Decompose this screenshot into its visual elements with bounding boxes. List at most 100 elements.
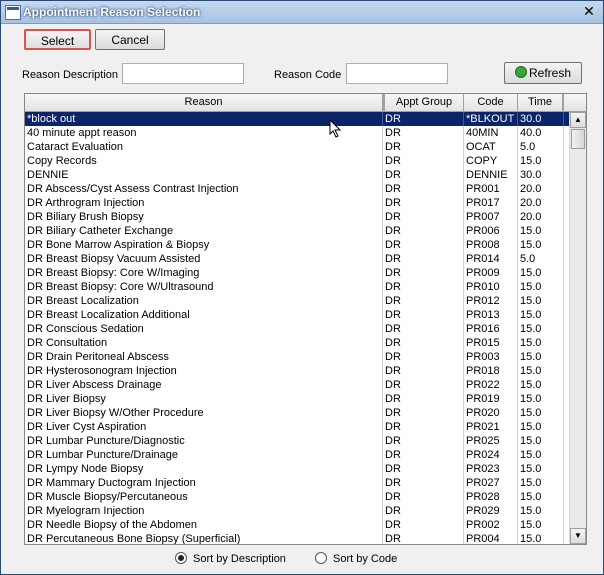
cell-time: 15.0 (518, 294, 564, 308)
cell-appt-group: DR (383, 154, 464, 168)
table-row[interactable]: DR Lympy Node Biopsy DR PR023 15.0 (25, 462, 569, 476)
table-row[interactable]: Cataract Evaluation DR OCAT 5.0 (25, 140, 569, 154)
table-row[interactable]: DR Lumbar Puncture/Diagnostic DR PR025 15.0 (25, 434, 569, 448)
table-row[interactable]: DR Needle Biopsy of the Abdomen DR PR002 15… (25, 518, 569, 532)
cell-time: 30.0 (518, 168, 564, 182)
sort-by-description-radio[interactable]: Sort by Description (175, 552, 286, 565)
cell-appt-group: DR (383, 406, 464, 420)
window-title: Appointment Reason Selection (23, 5, 201, 19)
table-row[interactable]: DR Muscle Biopsy/Percutaneous DR PR028 15.0 (25, 490, 569, 504)
cell-code: PR028 (464, 490, 518, 504)
table-row[interactable]: *block out DR *BLKOUT 30.0 (25, 112, 569, 126)
cell-time: 15.0 (518, 350, 564, 364)
table-row[interactable]: 40 minute appt reason DR 40MIN 40.0 (25, 126, 569, 140)
cell-appt-group: DR (383, 448, 464, 462)
cell-code: PR025 (464, 434, 518, 448)
table-row[interactable]: DR Liver Abscess Drainage DR PR022 15.0 (25, 378, 569, 392)
table-row[interactable]: DR Liver Biopsy DR PR019 15.0 (25, 392, 569, 406)
cell-reason: DR Lumbar Puncture/Diagnostic (25, 434, 383, 448)
cell-reason: DR Breast Localization (25, 294, 383, 308)
cell-appt-group: DR (383, 252, 464, 266)
table-row[interactable]: DR Liver Biopsy W/Other Procedure DR PR020… (25, 406, 569, 420)
select-button[interactable]: Select (24, 29, 91, 50)
cell-code: PR007 (464, 210, 518, 224)
cell-reason: DR Lympy Node Biopsy (25, 462, 383, 476)
cell-code: PR013 (464, 308, 518, 322)
cell-code: DENNIE (464, 168, 518, 182)
cell-code: PR020 (464, 406, 518, 420)
table-row[interactable]: DR Lumbar Puncture/Drainage DR PR024 15.0 (25, 448, 569, 462)
cell-reason: DR Drain Peritoneal Abscess (25, 350, 383, 364)
cell-code: PR002 (464, 518, 518, 532)
cell-time: 30.0 (518, 112, 564, 126)
cell-code: PR001 (464, 182, 518, 196)
cell-time: 15.0 (518, 154, 564, 168)
table-row[interactable]: DR Consultation DR PR015 15.0 (25, 336, 569, 350)
cell-reason: DR Breast Localization Additional (25, 308, 383, 322)
table-row[interactable]: DENNIE DR DENNIE 30.0 (25, 168, 569, 182)
mouse-cursor-icon (329, 119, 342, 138)
table-row[interactable]: DR Myelogram Injection DR PR029 15.0 (25, 504, 569, 518)
table-row[interactable]: Copy Records DR COPY 15.0 (25, 154, 569, 168)
scroll-up-icon[interactable]: ▲ (570, 112, 586, 128)
close-icon[interactable]: ✕ (581, 4, 597, 19)
table-row[interactable]: DR Abscess/Cyst Assess Contrast Injectio… (25, 182, 569, 196)
cell-code: PR022 (464, 378, 518, 392)
cell-reason: DR Needle Biopsy of the Abdomen (25, 518, 383, 532)
cell-reason: DR Bone Marrow Aspiration & Biopsy (25, 238, 383, 252)
cell-appt-group: DR (383, 420, 464, 434)
cell-code: PR017 (464, 196, 518, 210)
cell-appt-group: DR (383, 308, 464, 322)
table-row[interactable]: DR Arthrogram Injection DR PR017 20.0 (25, 196, 569, 210)
table-row[interactable]: DR Liver Cyst Aspiration DR PR021 15.0 (25, 420, 569, 434)
table-row[interactable]: DR Biliary Catheter Exchange DR PR006 15.0 (25, 224, 569, 238)
cell-appt-group: DR (383, 336, 464, 350)
reason-description-input[interactable] (122, 63, 244, 84)
column-header-reason[interactable]: Reason (25, 94, 383, 111)
sort-by-code-radio[interactable]: Sort by Code (315, 552, 397, 565)
cell-reason: DR Conscious Sedation (25, 322, 383, 336)
table-row[interactable]: DR Conscious Sedation DR PR016 15.0 (25, 322, 569, 336)
cell-appt-group: DR (383, 266, 464, 280)
column-header-code[interactable]: Code (464, 94, 518, 111)
refresh-icon (514, 66, 527, 78)
reason-code-input[interactable] (346, 63, 448, 84)
table-row[interactable]: DR Mammary Ductogram Injection DR PR027 15.… (25, 476, 569, 490)
cell-reason: DR Biliary Catheter Exchange (25, 224, 383, 238)
table-row[interactable]: DR Breast Localization Additional DR PR013… (25, 308, 569, 322)
cell-appt-group: DR (383, 238, 464, 252)
table-row[interactable]: DR Bone Marrow Aspiration & Biopsy DR PR00… (25, 238, 569, 252)
table-row[interactable]: DR Breast Biopsy: Core W/Ultrasound DR PR0… (25, 280, 569, 294)
table-row[interactable]: DR Hysterosonogram Injection DR PR018 15.0 (25, 364, 569, 378)
column-header-appt-group[interactable]: Appt Group (383, 94, 464, 111)
title-bar[interactable]: Appointment Reason Selection ✕ (1, 1, 603, 24)
table-row[interactable]: DR Drain Peritoneal Abscess DR PR003 15.0 (25, 350, 569, 364)
table-row[interactable]: DR Biliary Brush Biopsy DR PR007 20.0 (25, 210, 569, 224)
table-row[interactable]: DR Breast Biopsy: Core W/Imaging DR PR009 1… (25, 266, 569, 280)
cell-code: OCAT (464, 140, 518, 154)
radio-unselected-icon (315, 552, 327, 564)
reason-description-label: Reason Description (22, 69, 118, 81)
scroll-down-icon[interactable]: ▼ (570, 528, 586, 544)
cell-appt-group: DR (383, 112, 464, 126)
refresh-button[interactable]: Refresh (504, 62, 582, 84)
cell-reason: DR Liver Biopsy (25, 392, 383, 406)
table-row[interactable]: DR Breast Localization DR PR012 15.0 (25, 294, 569, 308)
table-row[interactable]: DR Breast Biopsy Vacuum Assisted DR PR014 5… (25, 252, 569, 266)
scrollbar-thumb[interactable] (571, 129, 585, 149)
cell-appt-group: DR (383, 476, 464, 490)
cell-time: 15.0 (518, 504, 564, 518)
sort-by-description-label: Sort by Description (193, 553, 286, 565)
cell-time: 15.0 (518, 532, 564, 544)
reason-grid[interactable]: Reason Appt Group Code Time *block out DR… (24, 93, 587, 545)
dialog-window: Appointment Reason Selection ✕ Select Ca… (0, 0, 604, 575)
vertical-scrollbar[interactable]: ▲ ▼ (569, 112, 586, 544)
cell-appt-group: DR (383, 532, 464, 544)
cell-code: PR006 (464, 224, 518, 238)
table-row[interactable]: DR Percutaneous Bone Biopsy (Superficial… (25, 532, 569, 544)
cell-time: 15.0 (518, 280, 564, 294)
column-header-time[interactable]: Time (518, 94, 564, 111)
cell-time: 5.0 (518, 252, 564, 266)
cancel-button[interactable]: Cancel (95, 29, 165, 50)
cell-code: PR010 (464, 280, 518, 294)
